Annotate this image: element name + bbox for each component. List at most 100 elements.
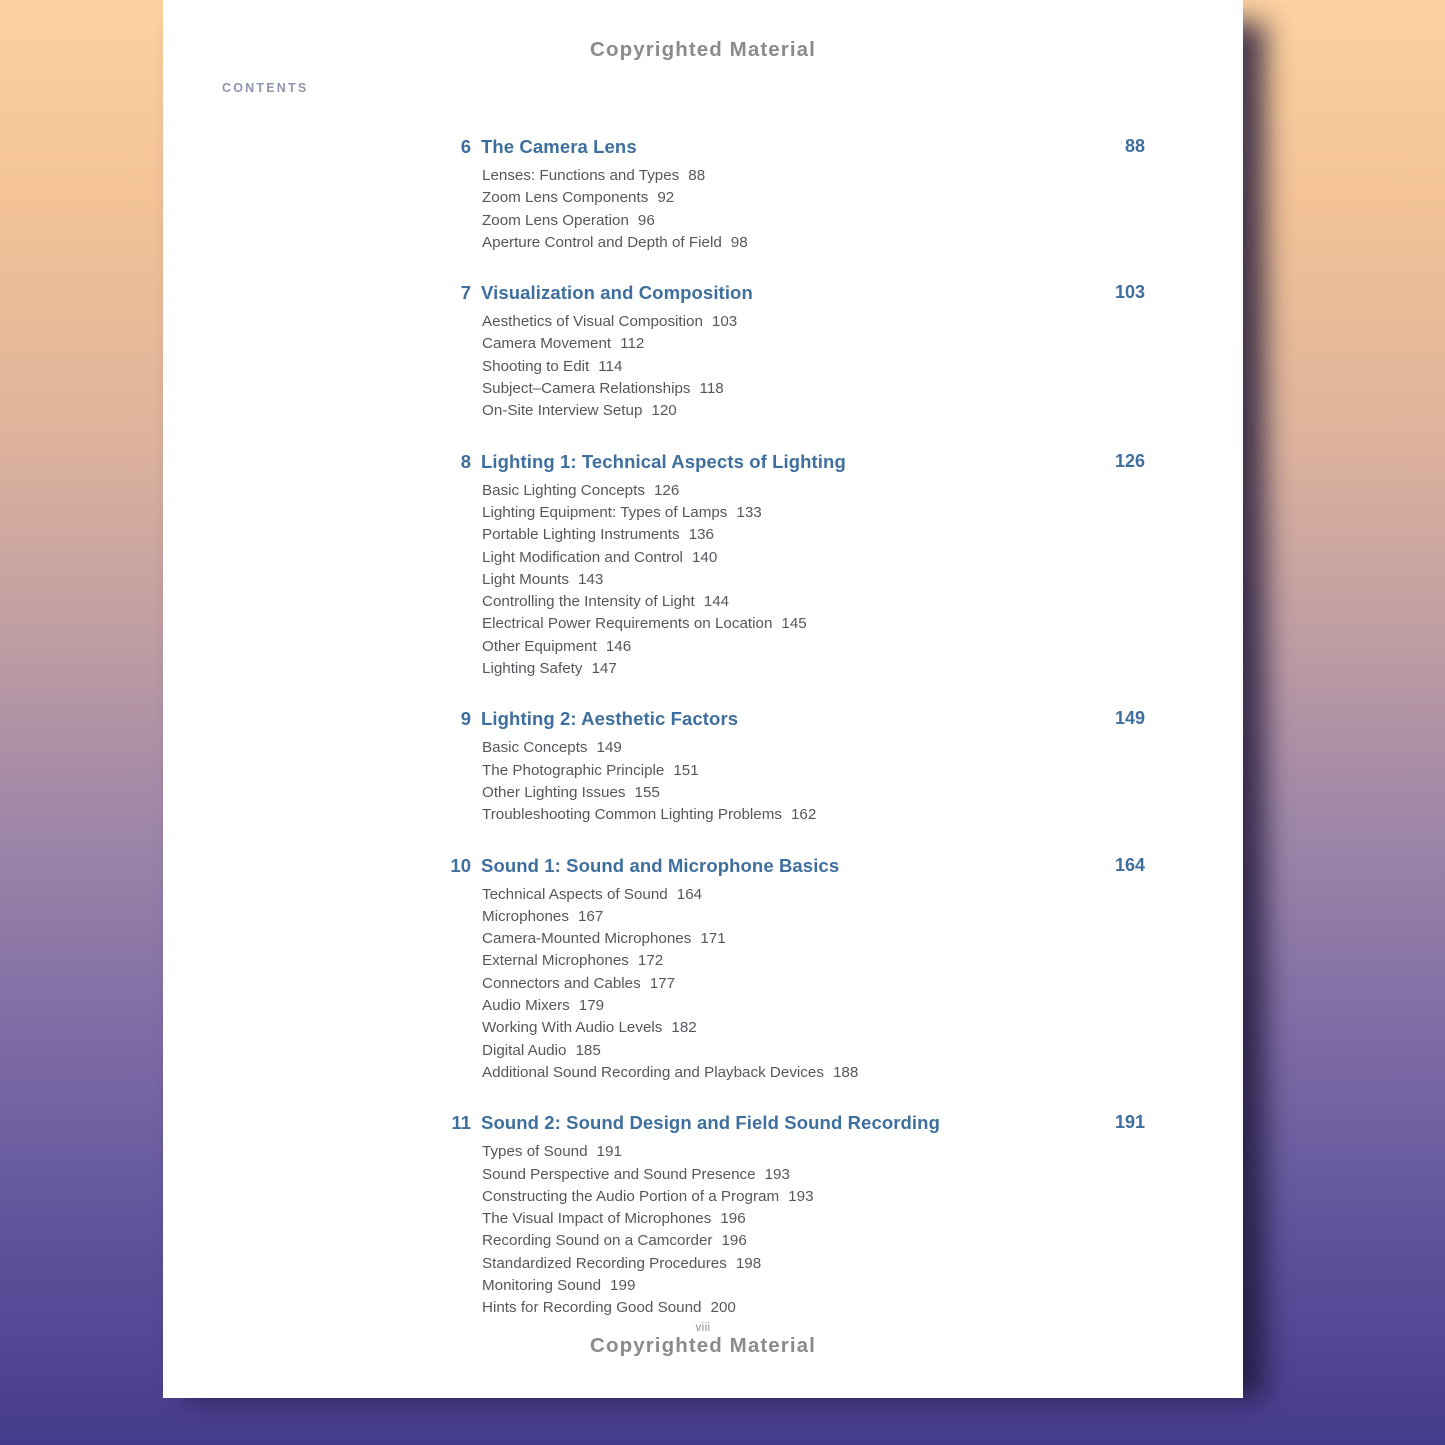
toc-chapter: 9 Lighting 2: Aesthetic Factors 149 Basic C… [163,708,1243,828]
toc-entry-title: Zoom Lens Components [482,189,649,207]
toc-entry[interactable]: Zoom Lens Components 92 [163,189,1243,211]
toc-entry-title: Controlling the Intensity of Light [482,593,695,611]
toc-entry-page-number: 193 [788,1187,814,1205]
toc-entry[interactable]: Basic Concepts 149 [163,739,1243,761]
toc-chapter-heading[interactable]: 8 Lighting 1: Technical Aspects of Lighti… [163,451,1243,478]
toc-entry[interactable]: Microphones 167 [163,908,1243,930]
toc-entry-page-number: 196 [720,1210,746,1228]
toc-entry-page-number: 172 [637,952,664,970]
toc-entry-title: Aperture Control and Depth of Field [482,233,722,251]
toc-entry-page-number: 120 [651,402,677,420]
toc-entry[interactable]: Camera Movement 112 [163,335,1243,357]
page-folio-number: viii [695,1322,711,1334]
toc-entry-title: Light Modification and Control [482,548,683,566]
toc-entry-title: Digital Audio [482,1041,567,1059]
toc-entry-title: Lenses: Functions and Types [482,167,680,184]
toc-entry[interactable]: Controlling the Intensity of Light 144 [163,593,1243,615]
toc-entry-title: Connectors and Cables [482,974,641,992]
toc-entry-title: Lighting Equipment: Types of Lamps [482,503,728,521]
toc-chapter-page-number: 149 [1114,708,1145,729]
toc-entry-title: Lighting Safety [482,660,583,678]
toc-entry[interactable]: Subject–Camera Relationships 118 [163,380,1243,402]
toc-entry[interactable]: Troubleshooting Common Lighting Problems… [163,806,1243,828]
toc-entry[interactable]: Light Mounts 143 [163,571,1243,593]
toc-chapter-page-number: 164 [1114,854,1145,875]
toc-chapter-page-number: 103 [1114,282,1145,303]
toc-entry[interactable]: Lenses: Functions and Types 88 [163,167,1243,189]
toc-chapter: 8 Lighting 1: Technical Aspects of Lighti… [163,451,1243,683]
toc-entry[interactable]: Digital Audio 185 [163,1042,1243,1064]
toc-entry[interactable]: Zoom Lens Operation 96 [163,212,1243,234]
toc-entry-page-number: 144 [703,593,730,611]
toc-entry-title: Monitoring Sound [482,1276,602,1294]
toc-entry-title: Technical Aspects of Sound [482,885,668,903]
toc-entry[interactable]: Lighting Safety 147 [163,660,1243,682]
toc-entry[interactable]: Basic Lighting Concepts 126 [163,482,1243,504]
toc-chapter-heading[interactable]: 6 The Camera Lens 88 [163,136,1243,163]
toc-entry[interactable]: Constructing the Audio Portion of a Prog… [163,1188,1243,1210]
toc-entry[interactable]: Recording Sound on a Camcorder 196 [163,1232,1243,1254]
toc-entry[interactable]: Standardized Recording Procedures 198 [163,1255,1243,1277]
book-page: Copyrighted Material CONTENTS 6 The Camer… [163,0,1243,1398]
toc-entry[interactable]: Shooting to Edit 114 [163,358,1243,380]
toc-entry-title: Basic Concepts [482,739,588,757]
toc-entry[interactable]: Portable Lighting Instruments 136 [163,526,1243,548]
toc-entry[interactable]: On-Site Interview Setup 120 [163,402,1243,424]
toc-entry[interactable]: Camera-Mounted Microphones 171 [163,930,1243,952]
toc-entry-title: Zoom Lens Operation [482,211,629,229]
toc-chapter-page-number: 88 [1124,136,1145,156]
toc-entry[interactable]: Aesthetics of Visual Composition 103 [163,313,1243,335]
toc-entry-page-number: 149 [596,739,622,757]
toc-entry-page-number: 114 [598,357,623,375]
toc-entry[interactable]: The Photographic Principle 151 [163,762,1243,784]
toc-entry[interactable]: Sound Perspective and Sound Presence 193 [163,1166,1243,1188]
toc-entry[interactable]: Electrical Power Requirements on Locatio… [163,615,1243,637]
toc-entry[interactable]: Lighting Equipment: Types of Lamps 133 [163,504,1243,526]
toc-entry-title: Standardized Recording Procedures [482,1254,727,1272]
toc-chapter-heading[interactable]: 9 Lighting 2: Aesthetic Factors 149 [163,708,1243,735]
toc-chapter-number: 10 [450,854,471,876]
toc-chapter-heading[interactable]: 10 Sound 1: Sound and Microphone Basics 16… [163,855,1243,882]
toc-chapter-number: 11 [451,1112,471,1134]
toc-entry-page-number: 164 [676,885,703,903]
toc-chapter-heading[interactable]: 7 Visualization and Composition 103 [163,282,1243,309]
toc-entry-list: Lenses: Functions and Types 88 Zoom Lens C… [163,167,1243,256]
toc-entry-page-number: 126 [653,481,680,499]
toc-chapter-heading[interactable]: 11 Sound 2: Sound Design and Field Sound … [163,1112,1243,1139]
toc-entry-title: Additional Sound Recording and Playback … [482,1063,824,1081]
toc-entry[interactable]: The Visual Impact of Microphones 196 [163,1210,1243,1232]
toc-entry[interactable]: Monitoring Sound 199 [163,1277,1243,1299]
toc-chapter-number: 8 [460,450,471,472]
toc-entry-page-number: 179 [578,997,605,1015]
table-of-contents: 6 The Camera Lens 88 Lenses: Functions and … [163,136,1243,1348]
toc-entry[interactable]: Technical Aspects of Sound 164 [163,886,1243,908]
toc-entry[interactable]: Additional Sound Recording and Playback … [163,1064,1243,1086]
toc-entry-page-number: 167 [577,907,604,925]
toc-entry[interactable]: Audio Mixers 179 [163,997,1243,1019]
toc-entry-page-number: 188 [832,1063,859,1081]
toc-entry-title: The Visual Impact of Microphones [482,1210,712,1228]
toc-chapter: 10 Sound 1: Sound and Microphone Basics 16… [163,855,1243,1087]
toc-entry-title: Audio Mixers [482,997,570,1015]
toc-entry[interactable]: External Microphones 172 [163,952,1243,974]
toc-entry[interactable]: Working With Audio Levels 182 [163,1019,1243,1041]
toc-chapter-title: Lighting 1: Technical Aspects of Lightin… [481,450,846,472]
contents-section-label: CONTENTS [222,81,309,95]
toc-chapter: 7 Visualization and Composition 103 Aesthet… [163,282,1243,424]
toc-entry[interactable]: Connectors and Cables 177 [163,975,1243,997]
toc-entry-page-number: 171 [700,930,726,948]
toc-entry-title: Types of Sound [482,1143,588,1161]
toc-entry-title: Other Lighting Issues [482,783,626,801]
toc-entry[interactable]: Light Modification and Control 140 [163,549,1243,571]
toc-entry[interactable]: Other Equipment 146 [163,638,1243,660]
toc-entry-title: Hints for Recording Good Sound [482,1299,702,1317]
toc-chapter-number: 6 [460,136,471,157]
toc-entry-title: Working With Audio Levels [482,1019,663,1037]
toc-entry[interactable]: Aperture Control and Depth of Field 98 [163,234,1243,256]
toc-chapter-title: Visualization and Composition [481,282,753,304]
toc-entry[interactable]: Hints for Recording Good Sound 200 [163,1299,1243,1321]
toc-entry-title: Portable Lighting Instruments [482,526,680,544]
toc-entry[interactable]: Other Lighting Issues 155 [163,784,1243,806]
toc-entry-page-number: 140 [691,548,718,566]
toc-entry[interactable]: Types of Sound 191 [163,1143,1243,1165]
